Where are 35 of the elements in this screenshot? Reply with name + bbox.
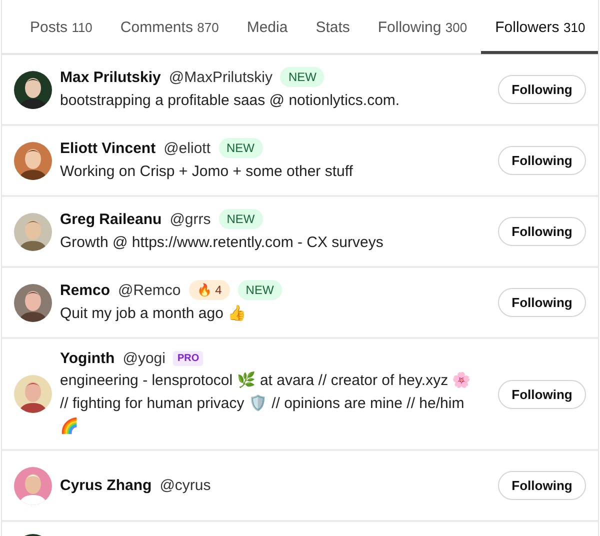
user-bio: Working on Crisp + Jomo + some other stuff: [60, 162, 354, 182]
following-button[interactable]: Following: [498, 146, 586, 175]
user-name: Max Prilutskiy: [60, 68, 161, 86]
user-name: Eliott Vincent: [60, 140, 156, 156]
user-bio: bootstrapping a profitable saas @ notionlytics.com.: [60, 91, 401, 111]
user-bio: engineering - lensprotocol 🌿 at avara // creator of hey.xyz 🌸 // fighting for human privacy 🛡 // opinions are mine // he/him 🌈: [60, 370, 472, 437]
pro-label: PRO: [173, 351, 204, 366]
user-name: Greg Raileanu: [60, 210, 162, 228]
user-bio: Growth @ https://www.retently.com - CX surveys: [60, 233, 384, 253]
user-handle[interactable]: @yogi: [122, 350, 166, 367]
tab[interactable]: Posts 110: [16, 0, 106, 54]
new-label: NEW: [218, 209, 263, 229]
following-button[interactable]: Following: [498, 75, 586, 104]
user-handle[interactable]: @grrs: [170, 210, 211, 228]
user-handle[interactable]: @eliott: [164, 140, 210, 156]
new-label: NEW: [218, 138, 262, 158]
user-name: Remco: [60, 282, 110, 298]
user-handle[interactable]: @cyrus: [160, 477, 211, 494]
following-button[interactable]: Following: [498, 217, 586, 246]
new-label: NEW: [280, 67, 324, 87]
following-button[interactable]: Following: [498, 288, 586, 317]
following-button[interactable]: Following: [498, 471, 586, 500]
user-bio: Quit my job a month ago 👍: [60, 304, 248, 324]
following-button[interactable]: Following: [498, 380, 586, 408]
tab[interactable]: Comments 870: [106, 0, 233, 54]
user-name: Yoginth: [60, 350, 115, 367]
user-name: Cyrus Zhang: [60, 477, 152, 494]
user-handle[interactable]: @MaxPrilutskiy: [168, 68, 272, 86]
streak-label: 🔥 4: [188, 280, 230, 300]
tab[interactable]: Followers 310: [481, 0, 598, 54]
tab[interactable]: Media: [232, 0, 302, 54]
tab[interactable]: Stats: [302, 0, 364, 54]
tab[interactable]: Following 300: [364, 0, 482, 54]
new-label: NEW: [238, 280, 282, 300]
user-handle[interactable]: @Remco: [118, 282, 181, 298]
